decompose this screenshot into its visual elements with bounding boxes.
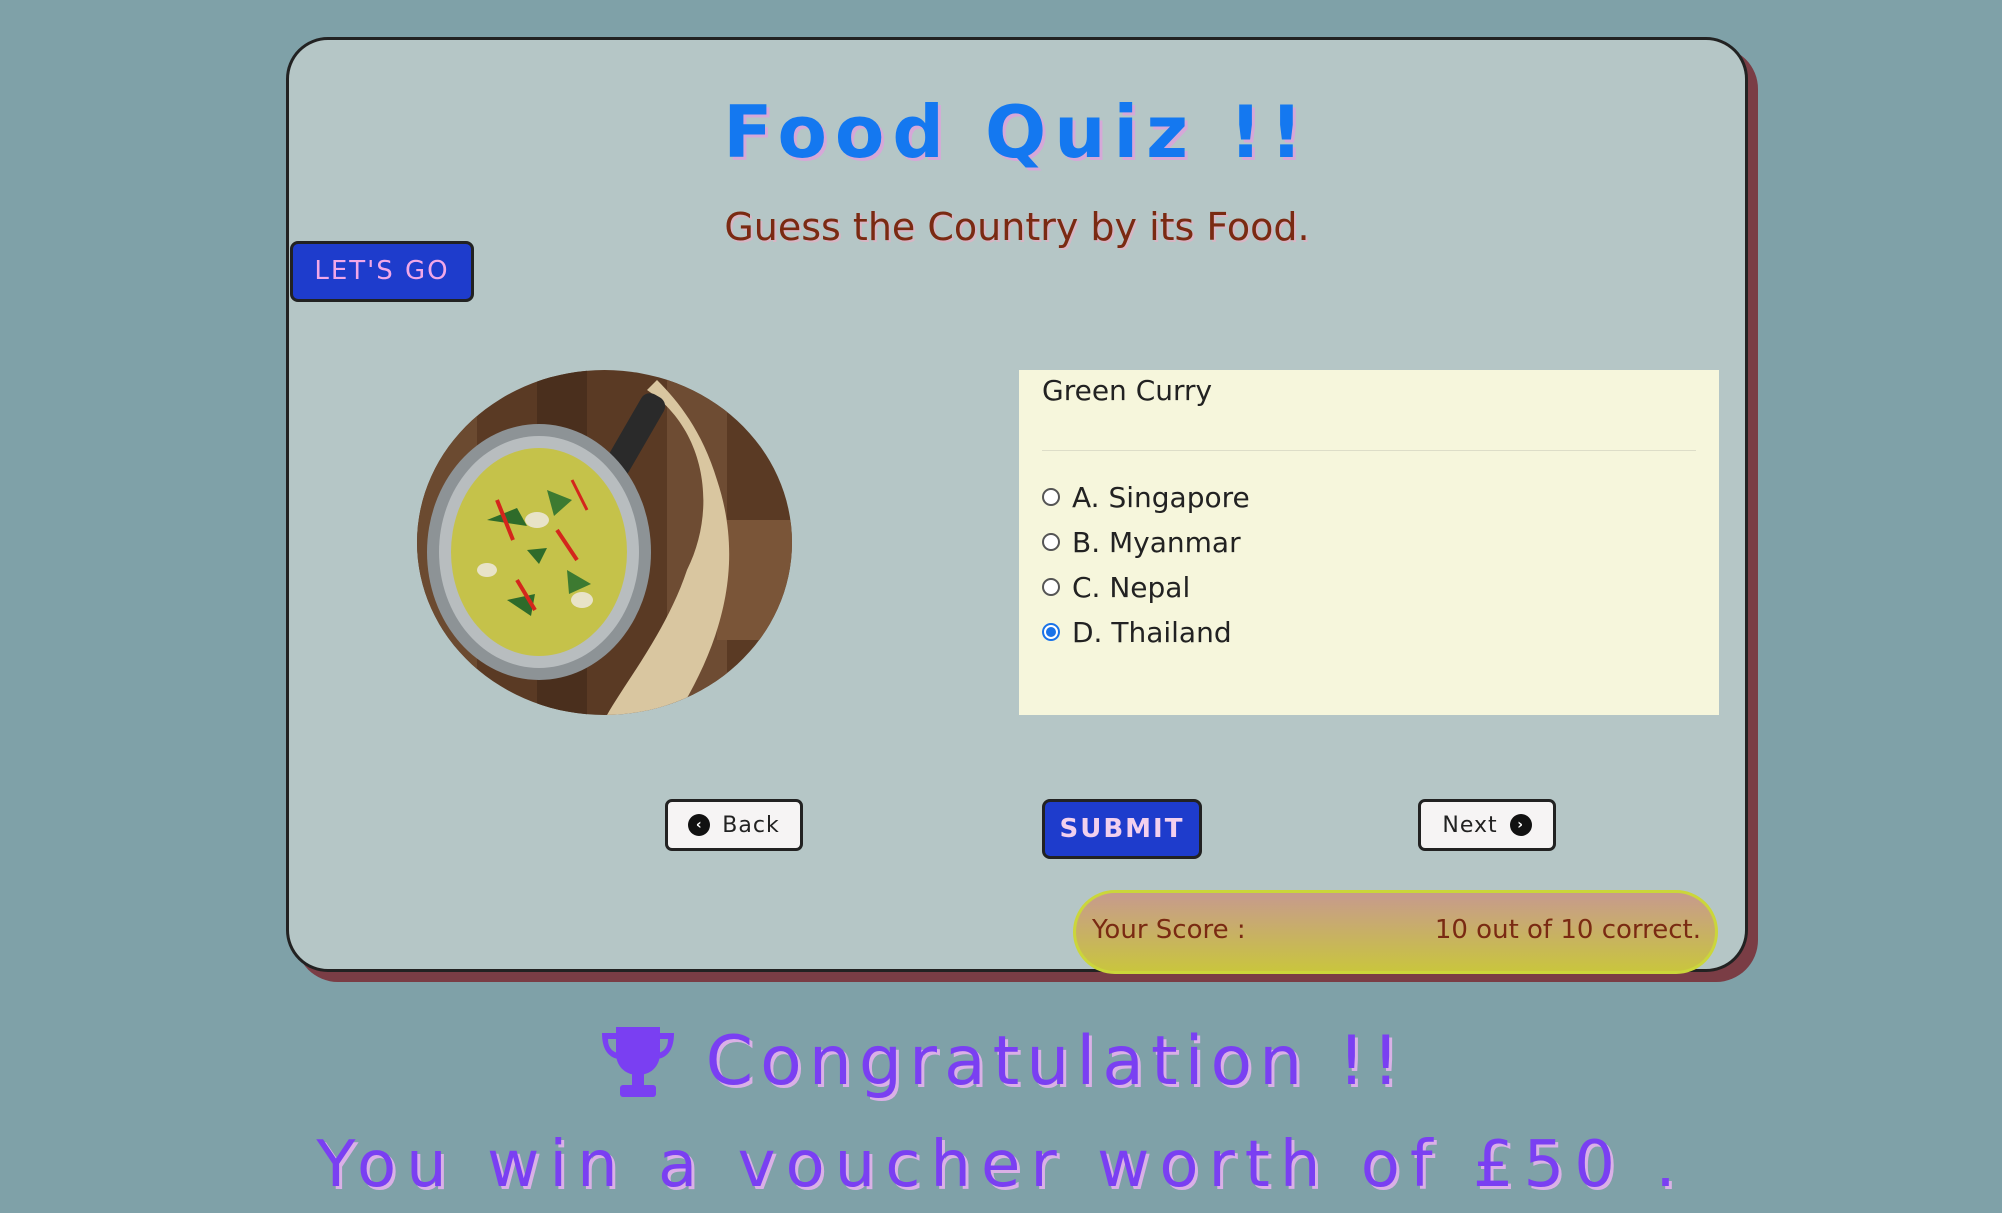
score-bar: Your Score : 10 out of 10 correct. <box>1073 890 1718 974</box>
radio-button[interactable] <box>1042 578 1060 596</box>
option-label: D. Thailand <box>1072 615 1232 649</box>
option-c[interactable]: C. Nepal <box>1042 567 1190 607</box>
option-label: B. Myanmar <box>1072 525 1241 559</box>
page-title: Food Quiz !! <box>723 90 1311 174</box>
green-curry-photo <box>417 370 792 715</box>
next-label: Next <box>1442 812 1498 838</box>
food-image <box>417 370 792 715</box>
radio-button-selected[interactable] <box>1042 623 1060 641</box>
back-button[interactable]: ‹ Back <box>665 799 803 851</box>
lets-go-button[interactable]: LET'S GO <box>290 241 474 302</box>
score-label: Your Score : <box>1092 915 1246 945</box>
option-a[interactable]: A. Singapore <box>1042 477 1250 517</box>
answer-panel: Green Curry A. Singapore B. Myanmar C. N… <box>1019 370 1719 715</box>
voucher-text: You win a voucher worth of £50 . <box>316 1128 1686 1202</box>
score-value: 10 out of 10 correct. <box>1434 915 1701 945</box>
radio-button[interactable] <box>1042 533 1060 551</box>
option-b[interactable]: B. Myanmar <box>1042 522 1241 562</box>
congrats-text: Congratulation !! <box>705 1022 1407 1101</box>
option-d[interactable]: D. Thailand <box>1042 612 1232 652</box>
page-subtitle: Guess the Country by its Food. <box>724 205 1310 249</box>
divider <box>1042 450 1696 451</box>
submit-button[interactable]: SUBMIT <box>1042 799 1202 859</box>
option-label: C. Nepal <box>1072 570 1191 604</box>
back-label: Back <box>722 812 780 838</box>
chevron-right-icon: › <box>1509 814 1532 836</box>
question-text: Green Curry <box>1042 374 1213 407</box>
congratulation-banner: Congratulation !! <box>0 1022 2002 1101</box>
chevron-left-icon: ‹ <box>688 814 711 836</box>
next-button[interactable]: Next › <box>1418 799 1556 851</box>
radio-button[interactable] <box>1042 488 1060 506</box>
trophy-icon <box>601 1026 674 1097</box>
option-label: A. Singapore <box>1072 480 1250 514</box>
